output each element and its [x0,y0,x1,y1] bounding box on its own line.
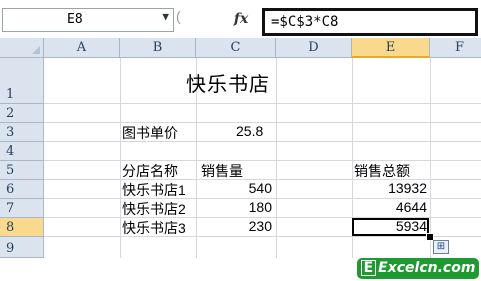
row-number: 2 [6,106,15,121]
cell-e5[interactable]: 销售总额 [354,161,410,181]
gridline [430,58,431,258]
cell-c7[interactable]: 180 [196,199,272,215]
cell-b8[interactable]: 快乐书店3 [122,218,186,238]
gridline [44,141,481,142]
logo-text: Excelcn.com [378,260,476,276]
column-header-a[interactable]: A [44,38,120,58]
autofill-options-icon[interactable]: ⊞ [433,240,449,254]
row-header-1[interactable]: 1 [0,58,44,104]
cell-e7[interactable]: 4644 [352,199,427,215]
column-header-b[interactable]: B [120,38,196,58]
row-header-2[interactable]: 2 [0,104,44,123]
row-header-7[interactable]: 7 [0,199,44,218]
active-cell-outline [352,218,429,236]
formula-bar: E8 ▼ ( fx =$C$3*C8 [0,0,481,36]
row-number: 4 [6,144,15,159]
row-header-3[interactable]: 3 [0,123,44,142]
column-header-d[interactable]: D [276,38,352,58]
row-header-6[interactable]: 6 [0,180,44,199]
logo-letter: E [360,260,377,276]
cell-c8[interactable]: 230 [196,218,272,234]
formula-bar-paren: ( [176,8,181,24]
formula-input[interactable]: =$C$3*C8 [262,8,478,36]
row-header-5[interactable]: 5 [0,161,44,180]
cell-b3[interactable]: 图书单价 [122,123,178,143]
row-number: 1 [6,87,15,102]
name-box-value: E8 [67,12,83,27]
row-header-4[interactable]: 4 [0,142,44,161]
cell-b7[interactable]: 快乐书店2 [122,199,186,219]
column-header-c[interactable]: C [196,38,276,58]
select-all-icon [32,46,40,54]
insert-function-icon[interactable]: fx [224,7,258,31]
site-logo: E Excelcn.com [357,258,479,279]
name-box[interactable]: E8 ▼ [2,8,174,32]
cell-b6[interactable]: 快乐书店1 [122,180,186,200]
gridline [44,160,481,161]
select-all-corner[interactable] [0,38,44,58]
gridline [120,58,121,258]
chevron-down-icon[interactable]: ▼ [162,10,169,23]
row-number: 6 [6,182,15,197]
row-header-9[interactable]: 9 [0,237,44,258]
row-number: 9 [6,241,15,256]
column-header-f[interactable]: F [430,38,481,58]
cell-b5[interactable]: 分店名称 [122,161,178,181]
cell-c6[interactable]: 540 [196,180,272,196]
row-number: 5 [6,163,15,178]
gridline [276,58,277,258]
row-header-8[interactable]: 8 [0,218,44,237]
cell-b1-title[interactable]: 快乐书店 [186,68,270,97]
gridline [44,236,481,237]
cell-c5[interactable]: 销售量 [201,161,243,181]
column-header-e[interactable]: E [352,38,430,58]
row-number: 7 [6,201,15,216]
gridline [44,103,481,104]
row-number: 3 [6,125,15,140]
row-number: 8 [6,220,15,235]
cell-c3[interactable]: 25.8 [236,123,263,139]
cell-e6[interactable]: 13932 [352,180,427,196]
